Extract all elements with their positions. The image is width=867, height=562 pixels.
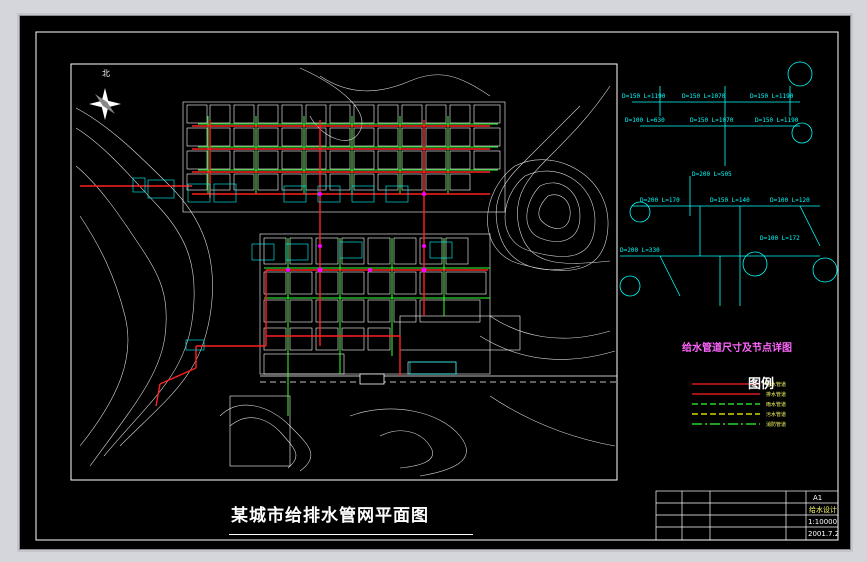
north-arrow-icon — [89, 88, 121, 120]
svg-text:污水管道: 污水管道 — [766, 411, 786, 418]
svg-text:D=150 L=140: D=150 L=140 — [710, 197, 750, 204]
city-blocks-upper — [182, 101, 506, 213]
main-road — [260, 373, 617, 385]
drawing-title: 某城市给排水管网平面图 — [231, 506, 429, 526]
pipe-annotations — [132, 177, 457, 375]
svg-text:D=150 L=1190: D=150 L=1190 — [622, 93, 666, 100]
title-block-date: 2001.7.2 — [808, 530, 840, 538]
title-block-sheet: A1 — [813, 494, 823, 502]
svg-text:D=100 L=120: D=100 L=120 — [770, 197, 810, 204]
svg-text:D=100 L=172: D=100 L=172 — [760, 235, 800, 242]
north-label: 北 — [102, 69, 110, 78]
svg-text:D=150 L=1190: D=150 L=1190 — [755, 117, 799, 124]
svg-text:D=150 L=1190: D=150 L=1190 — [750, 93, 794, 100]
water-supply-pipes — [80, 120, 490, 407]
drawing-canvas[interactable]: 北 D=150 L=1190 D=150 L=1070 D=150 L=1190… — [20, 16, 850, 549]
title-block-design: 给水设计 — [809, 506, 837, 514]
drainage-pipes — [198, 116, 498, 416]
legend-title: 图例 — [748, 377, 775, 392]
node-detail-title: 给水管道尺寸及节点详图 — [682, 343, 792, 354]
svg-text:D=150 L=1070: D=150 L=1070 — [690, 117, 734, 124]
pipe-node-markers — [286, 192, 427, 273]
svg-text:D=200 L=170: D=200 L=170 — [640, 197, 680, 204]
title-underline — [229, 534, 473, 535]
node-detail-labels: D=150 L=1190 D=150 L=1070 D=150 L=1190 D… — [620, 93, 810, 254]
svg-text:排水管道: 排水管道 — [766, 391, 786, 398]
svg-text:D=200 L=330: D=200 L=330 — [620, 247, 660, 254]
city-blocks-lower — [229, 233, 521, 467]
svg-text:D=200 L=505: D=200 L=505 — [692, 171, 732, 178]
title-block-scale: 1:10000 — [808, 518, 838, 526]
svg-text:消防管道: 消防管道 — [766, 421, 786, 428]
drawing-border — [35, 31, 839, 541]
cad-drawing-sheet: 北 D=150 L=1190 D=150 L=1070 D=150 L=1190… — [19, 15, 851, 550]
svg-text:D=100 L=630: D=100 L=630 — [625, 117, 665, 124]
svg-text:D=150 L=1070: D=150 L=1070 — [682, 93, 726, 100]
svg-text:雨水管道: 雨水管道 — [766, 401, 786, 408]
